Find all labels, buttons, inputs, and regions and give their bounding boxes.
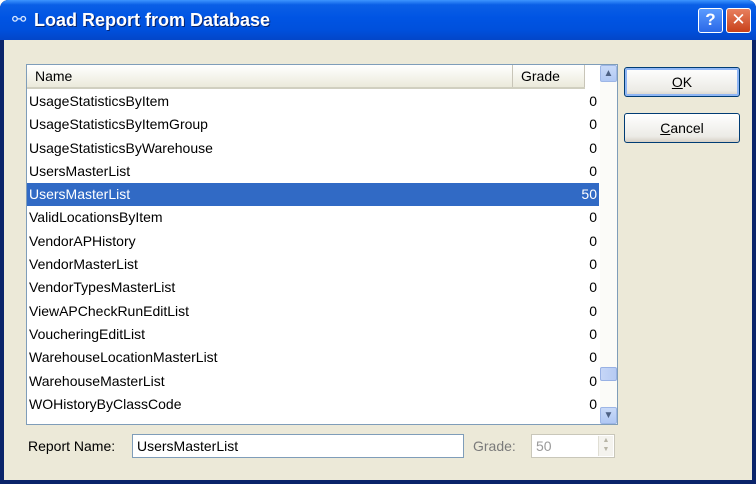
row-name: UsersMasterList: [29, 186, 131, 203]
grade-label: Grade:: [473, 438, 516, 454]
column-header-grade[interactable]: Grade: [513, 65, 585, 87]
row-grade: 50: [581, 186, 597, 203]
report-name-input[interactable]: [132, 434, 464, 458]
list-row[interactable]: ViewAPCheckRunEditList 0: [27, 300, 599, 323]
row-grade: 0: [589, 93, 597, 109]
row-name: ValidLocationsByItem: [29, 209, 163, 226]
row-name: VendorTypesMasterList: [29, 279, 176, 296]
row-grade: 0: [589, 325, 597, 342]
list-header: Name Grade: [27, 65, 585, 89]
list-row[interactable]: VoucheringEditList 0: [27, 323, 599, 346]
list-row[interactable]: VendorMasterList 0: [27, 253, 599, 276]
list-row[interactable]: VendorTypesMasterList 0: [27, 276, 599, 299]
list-row[interactable]: UsersMasterList 0: [27, 160, 599, 183]
list-row[interactable]: WOHistoryByClassCode 0: [27, 393, 599, 416]
row-name: WOHistoryByClassCode: [29, 395, 182, 412]
row-grade: 0: [589, 349, 597, 366]
row-grade: 0: [589, 395, 597, 412]
row-grade: 0: [589, 116, 597, 133]
list-row[interactable]: UsageStatisticsByItemGroup 0: [27, 113, 599, 136]
list-row[interactable]: UsageStatisticsByItem 0: [27, 90, 599, 113]
ok-mnemonic: O: [671, 74, 683, 90]
row-name: VendorAPHistory: [29, 232, 136, 249]
report-link-icon: ⚯: [12, 10, 27, 29]
cancel-button[interactable]: Cancel: [624, 113, 740, 143]
list-row[interactable]: UsersMasterList 50: [27, 183, 599, 207]
ok-button[interactable]: OK: [624, 67, 740, 97]
ok-label-rest: K: [682, 74, 693, 90]
title-bar[interactable]: ⚯ Load Report from Database ? ✕: [0, 0, 756, 40]
row-grade: 0: [589, 232, 597, 249]
dialog-body: Name Grade UsageStatisticsByItem 0 UsageSt…: [4, 40, 752, 480]
list-row[interactable]: WarehouseLocationMasterList 0: [27, 346, 599, 369]
row-grade: 0: [589, 209, 597, 226]
report-list[interactable]: Name Grade UsageStatisticsByItem 0 UsageSt…: [26, 64, 618, 425]
row-grade: 0: [589, 139, 597, 156]
row-grade: 0: [589, 302, 597, 319]
row-name: VoucheringEditList: [29, 325, 145, 342]
row-grade: 0: [589, 279, 597, 296]
row-grade: 0: [589, 162, 597, 179]
row-grade: 0: [589, 256, 597, 273]
grade-value: 50: [536, 438, 552, 454]
list-row[interactable]: ValidLocationsByItem 0: [27, 206, 599, 229]
scroll-up-arrow-icon[interactable]: ▲: [600, 65, 617, 82]
row-name: ViewAPCheckRunEditList: [29, 302, 190, 319]
cancel-mnemonic: C: [660, 120, 671, 136]
row-name: WarehouseMasterList: [29, 372, 165, 389]
vertical-scrollbar[interactable]: ▲ ▼: [600, 65, 617, 424]
row-name: WarehouseLocationMasterList: [29, 349, 218, 366]
report-name-label: Report Name:: [28, 438, 116, 454]
list-row[interactable]: VendorAPHistory 0: [27, 230, 599, 253]
grade-spinner: 50 ▲ ▼: [531, 434, 615, 458]
scroll-down-arrow-icon[interactable]: ▼: [600, 407, 617, 424]
list-row[interactable]: UsageStatisticsByWarehouse 0: [27, 137, 599, 160]
cancel-label-rest: ancel: [670, 120, 704, 136]
scroll-thumb[interactable]: [600, 367, 617, 381]
spinner-arrows-icon: ▲ ▼: [598, 436, 613, 456]
column-header-name[interactable]: Name: [27, 65, 513, 87]
list-rows: UsageStatisticsByItem 0 UsageStatisticsByI…: [27, 90, 599, 416]
row-name: UsageStatisticsByItem: [29, 93, 170, 109]
row-name: UsersMasterList: [29, 162, 131, 179]
dialog-window: ⚯ Load Report from Database ? ✕ Name Gra…: [0, 0, 756, 484]
list-row[interactable]: WarehouseMasterList 0: [27, 370, 599, 393]
row-name: UsageStatisticsByItemGroup: [29, 116, 208, 133]
row-name: UsageStatisticsByWarehouse: [29, 139, 213, 156]
row-grade: 0: [589, 372, 597, 389]
row-name: VendorMasterList: [29, 256, 138, 273]
close-button[interactable]: ✕: [726, 8, 751, 33]
help-button[interactable]: ?: [698, 8, 723, 33]
window-title: Load Report from Database: [34, 10, 271, 30]
